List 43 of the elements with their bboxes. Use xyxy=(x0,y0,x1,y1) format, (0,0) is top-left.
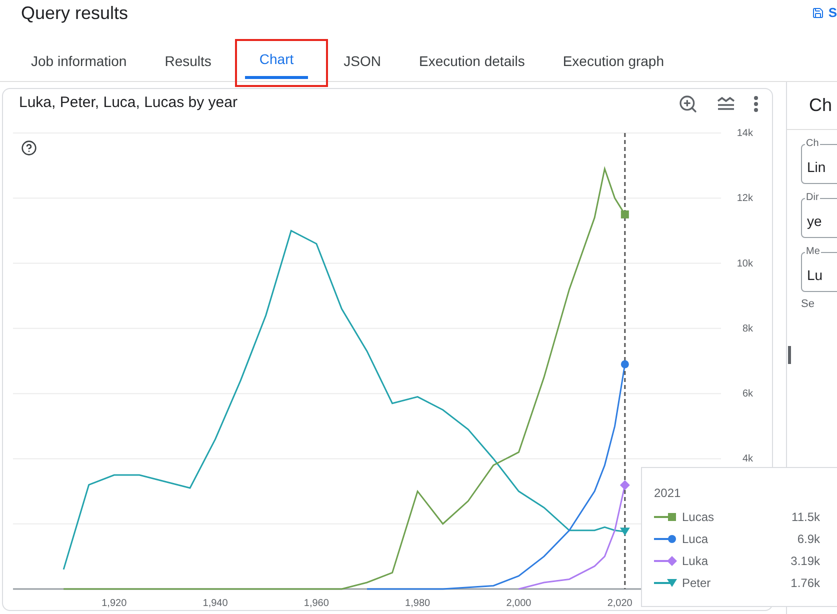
tooltip-series-name: Luka xyxy=(682,553,708,570)
more-icon xyxy=(754,96,758,112)
panel-note: Se xyxy=(800,297,816,312)
x-tick-label: 1,960 xyxy=(304,598,329,609)
field-value: Lin xyxy=(807,159,826,175)
x-tick-label: 1,920 xyxy=(102,598,127,609)
series-button[interactable] xyxy=(716,96,736,112)
y-tick-label: 6k xyxy=(742,388,753,400)
tooltip-series-name: Lucas xyxy=(682,509,714,526)
x-tick-label: 2,020 xyxy=(607,598,632,609)
tooltip-value: 11.5k xyxy=(792,509,820,526)
y-tick-label: 14k xyxy=(736,128,753,139)
y-tick-label: 12k xyxy=(736,193,753,204)
x-tick-label: 2,000 xyxy=(506,598,532,609)
resize-handle[interactable] xyxy=(788,346,791,364)
tooltip-series-name: Peter xyxy=(682,575,711,592)
chart-title: Luka, Peter, Luca, Lucas by year xyxy=(19,93,238,114)
save-icon xyxy=(812,7,824,19)
page-title: Query results xyxy=(21,2,128,25)
tab[interactable]: Execution details xyxy=(404,45,539,81)
y-tick-label: 4k xyxy=(742,454,753,465)
zoom-button[interactable] xyxy=(678,94,698,114)
tab[interactable]: Execution graph xyxy=(548,45,678,81)
more-button[interactable] xyxy=(754,96,758,112)
y-tick-label: 8k xyxy=(742,323,753,334)
tooltip-value: 3.19k xyxy=(790,553,820,570)
help-icon xyxy=(21,140,37,156)
field-value: Lu xyxy=(807,267,823,283)
tab[interactable]: Job information xyxy=(17,45,141,81)
panel-title: Ch xyxy=(809,94,832,117)
field-value: ye xyxy=(807,213,822,229)
lines-icon xyxy=(716,96,736,112)
zoom-icon xyxy=(678,94,698,114)
y-tick-label: 10k xyxy=(736,258,753,270)
x-tick-label: 1,980 xyxy=(405,598,430,609)
tab[interactable]: JSON xyxy=(330,45,395,81)
x-tick-label: 1,940 xyxy=(202,598,228,609)
tab[interactable]: Results xyxy=(150,45,226,81)
tooltip-series-name: Luca xyxy=(682,531,708,548)
tooltip-year: 2021 xyxy=(654,485,682,502)
save-button[interactable]: S xyxy=(812,3,837,23)
tooltip-value: 1.76k xyxy=(790,575,820,592)
tooltip-value: 6.9k xyxy=(797,531,820,548)
